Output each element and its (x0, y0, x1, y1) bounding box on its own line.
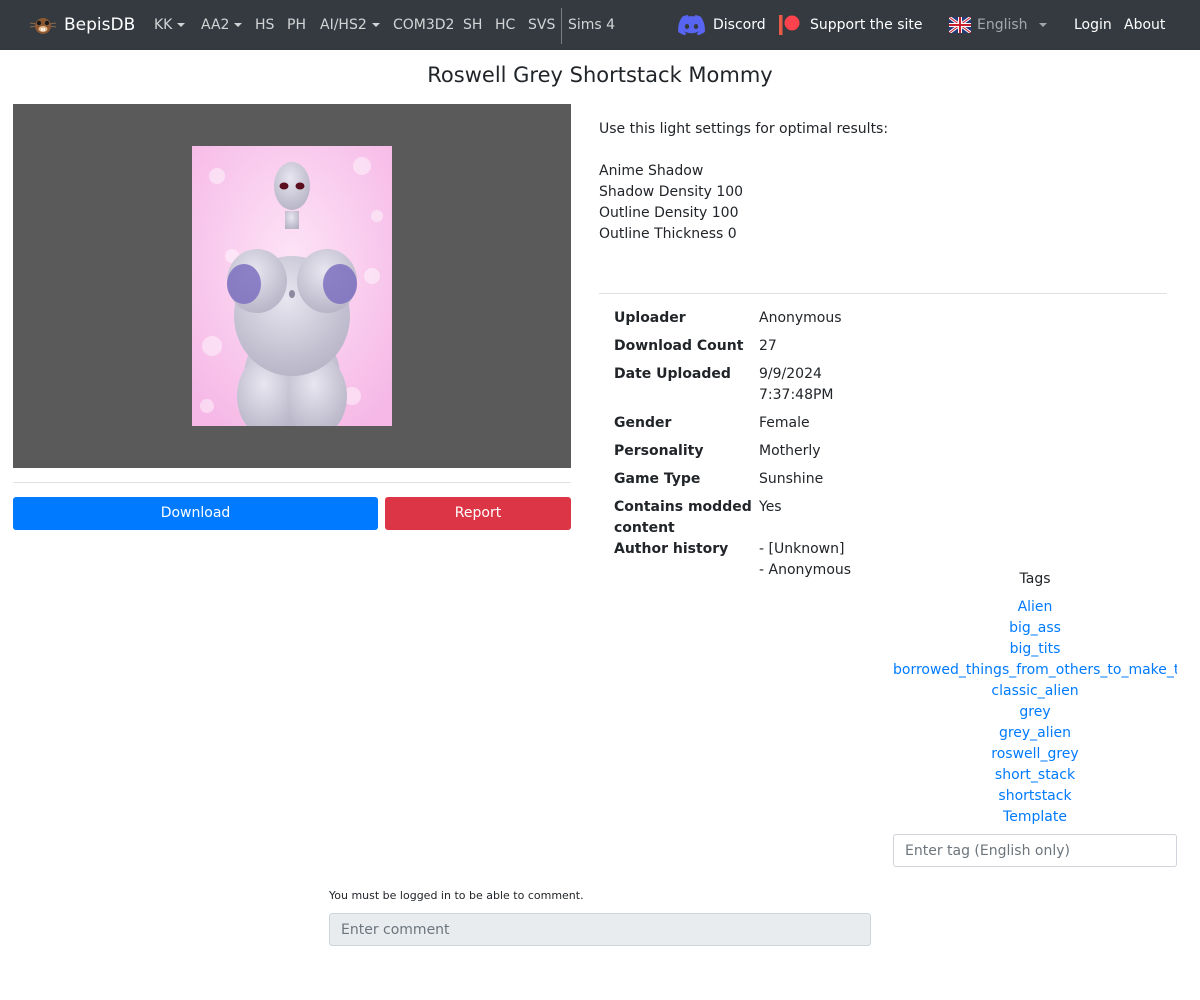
info-row-author-history: Author history - [Unknown] - Anonymous (614, 539, 914, 581)
info-value: Sunshine (759, 471, 824, 487)
info-label: Date Uploaded (614, 366, 731, 382)
nav-hc[interactable]: HC (495, 0, 515, 50)
tag-link[interactable]: roswell_grey (893, 744, 1177, 765)
login-link[interactable]: Login (1074, 0, 1112, 50)
description-line: Outline Thickness 0 (599, 226, 737, 242)
nav-ph-label: PH (287, 17, 306, 33)
character-card-image[interactable] (192, 146, 392, 426)
discord-label: Discord (713, 17, 766, 33)
divider (13, 482, 571, 483)
card-info-table: Uploader Anonymous Download Count 27 Dat… (614, 308, 914, 581)
nav-svs[interactable]: SVS (528, 0, 555, 50)
info-label: Uploader (614, 310, 686, 326)
nav-sh-label: SH (463, 17, 483, 33)
nav-hs[interactable]: HS (255, 0, 274, 50)
tag-link[interactable]: short_stack (893, 765, 1177, 786)
tag-link[interactable]: grey_alien (893, 723, 1177, 744)
nav-aa2-label: AA2 (201, 17, 230, 33)
info-value: 27 (759, 338, 777, 354)
about-link[interactable]: About (1124, 0, 1165, 50)
info-value: Anonymous (759, 310, 842, 326)
nav-kk[interactable]: KK (154, 0, 186, 50)
nav-kk-label: KK (154, 17, 173, 33)
support-label: Support the site (810, 17, 923, 33)
bepis-mascot-icon (29, 18, 57, 34)
tag-link[interactable]: Template (893, 807, 1177, 828)
info-row-date-uploaded: Date Uploaded 9/9/2024 7:37:48PM (614, 364, 914, 413)
info-value: Female (759, 415, 810, 431)
info-value: Yes (759, 499, 782, 515)
card-description: Use this light settings for optimal resu… (599, 119, 888, 245)
comment-input[interactable] (329, 913, 871, 946)
language-dropdown[interactable]: English (949, 0, 1047, 50)
about-label: About (1124, 17, 1166, 33)
brand-name: BepisDB (64, 15, 136, 35)
tag-link[interactable]: borrowed_things_from_others_to_make_th (893, 660, 1177, 681)
card-image-panel (13, 104, 571, 468)
login-note: You must be logged in to be able to comm… (329, 889, 584, 902)
info-value: 9/9/2024 7:37:48PM (759, 366, 834, 403)
description-line: Outline Density 100 (599, 205, 739, 221)
info-row-personality: Personality Motherly (614, 441, 914, 469)
tag-link[interactable]: big_ass (893, 618, 1177, 639)
page-title: Roswell Grey Shortstack Mommy (427, 63, 773, 87)
tag-input[interactable] (893, 834, 1177, 867)
chevron-down-icon (371, 23, 380, 27)
info-label: Author history (614, 541, 729, 557)
language-label: English (977, 17, 1028, 33)
discord-link[interactable]: Discord (678, 0, 766, 50)
support-link[interactable]: Support the site (779, 0, 923, 50)
chevron-down-icon (177, 23, 186, 27)
tag-link[interactable]: Alien (893, 597, 1177, 618)
description-line: Anime Shadow (599, 163, 704, 179)
info-label: Contains modded content (614, 499, 752, 536)
nav-com3d2-label: COM3D2 (393, 17, 455, 33)
info-value: - [Unknown] - Anonymous (759, 541, 852, 578)
description-blank-line (599, 140, 888, 161)
nav-svs-label: SVS (528, 17, 556, 33)
download-button[interactable]: Download (13, 497, 378, 530)
uk-flag-icon (949, 17, 971, 33)
nav-aa2[interactable]: AA2 (201, 0, 243, 50)
tags-title: Tags (1019, 571, 1051, 587)
tag-link[interactable]: classic_alien (893, 681, 1177, 702)
nav-ai-hs2[interactable]: AI/HS2 (320, 0, 380, 50)
nav-hc-label: HC (495, 17, 516, 33)
nav-com3d2[interactable]: COM3D2 (393, 0, 454, 50)
nav-divider (561, 8, 562, 44)
info-label: Personality (614, 443, 704, 459)
chevron-down-icon (1038, 23, 1047, 27)
nav-hs-label: HS (255, 17, 275, 33)
info-row-game-type: Game Type Sunshine (614, 469, 914, 497)
brand-link[interactable]: BepisDB (28, 0, 135, 50)
nav-sims4[interactable]: Sims 4 (568, 0, 615, 50)
tag-link[interactable]: shortstack (893, 786, 1177, 807)
tags-section: Tags Alien big_ass big_tits borrowed_thi… (893, 569, 1177, 828)
description-line: Use this light settings for optimal resu… (599, 121, 889, 137)
nav-ph[interactable]: PH (287, 0, 306, 50)
tag-link[interactable]: big_tits (893, 639, 1177, 660)
info-label: Gender (614, 415, 672, 431)
nav-sh[interactable]: SH (463, 0, 482, 50)
patreon-icon (779, 15, 800, 35)
report-button[interactable]: Report (385, 497, 571, 530)
nav-sims4-label: Sims 4 (568, 17, 616, 33)
chevron-down-icon (234, 23, 243, 27)
login-label: Login (1074, 17, 1112, 33)
nav-ai-hs2-label: AI/HS2 (320, 17, 367, 33)
info-row-gender: Gender Female (614, 413, 914, 441)
info-label: Download Count (614, 338, 744, 354)
discord-icon (678, 15, 705, 35)
info-label: Game Type (614, 471, 701, 487)
info-row-download-count: Download Count 27 (614, 336, 914, 364)
top-navbar: BepisDB KK AA2 HS PH AI/HS2 COM3D2 SH HC… (0, 0, 1200, 50)
divider (599, 293, 1167, 294)
tag-link[interactable]: grey (893, 702, 1177, 723)
info-row-modded-content: Contains modded content Yes (614, 497, 914, 539)
info-row-uploader: Uploader Anonymous (614, 308, 914, 336)
description-line: Shadow Density 100 (599, 184, 744, 200)
info-value: Motherly (759, 443, 821, 459)
